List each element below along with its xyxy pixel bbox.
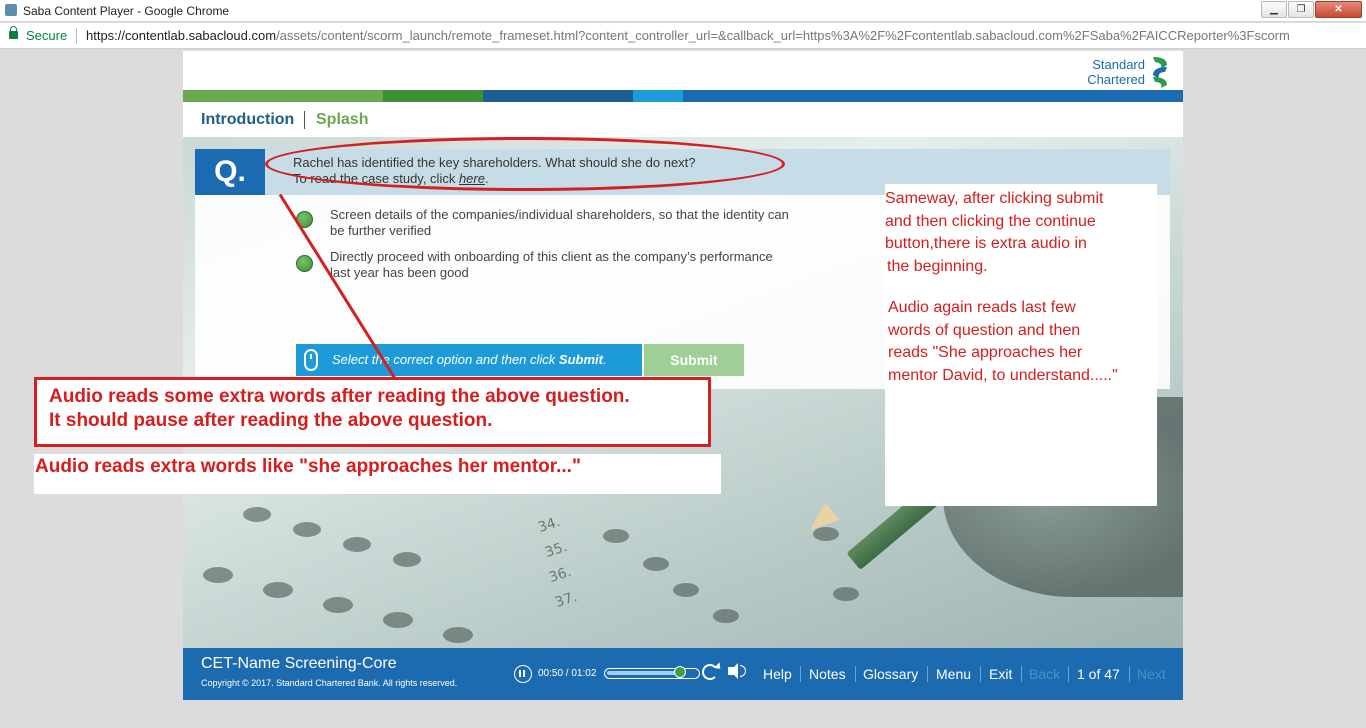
instruction-prefix: Select the correct option and then click <box>332 352 559 367</box>
brand-stripe-4 <box>633 90 683 102</box>
option-2-line-1: Directly proceed with onboarding of this… <box>330 249 773 264</box>
option-1-line-1: Screen details of the companies/individu… <box>330 207 789 222</box>
nav-separator <box>800 666 801 682</box>
side-note-box: Sameway, after clicking submit and then … <box>885 184 1157 506</box>
help-button[interactable]: Help <box>763 666 792 682</box>
main-note-line-1: Audio reads some extra words after readi… <box>49 386 630 407</box>
nav-separator <box>980 666 981 682</box>
side-note-line: button,there is extra audio in <box>885 235 1087 252</box>
nav-separator <box>927 666 928 682</box>
brand-line-1: Standard <box>1092 57 1145 72</box>
side-note-line: words of question and then <box>888 321 1081 339</box>
volume-icon[interactable] <box>728 663 746 679</box>
submit-button[interactable]: Submit <box>644 344 744 376</box>
side-note-line: and then clicking the continue <box>885 212 1096 230</box>
breadcrumb-introduction[interactable]: Introduction <box>201 111 294 129</box>
instruction-suffix: . <box>602 352 607 367</box>
nav-separator <box>1129 666 1130 682</box>
mouse-icon <box>304 349 318 371</box>
side-note-line: the beginning. <box>887 257 988 275</box>
main-note-line-2: It should pause after reading the above … <box>49 410 493 431</box>
breadcrumb-separator <box>304 111 305 129</box>
close-button[interactable]: ✕ <box>1315 1 1362 18</box>
side-note-line: reads "She approaches her <box>888 344 1083 361</box>
question-badge: Q. <box>195 149 265 195</box>
nav-separator <box>1068 666 1069 682</box>
answer-bubble <box>323 597 353 613</box>
next-button[interactable]: Next <box>1137 666 1166 682</box>
option-1-line-2: be further verified <box>330 223 432 238</box>
address-separator <box>76 28 77 44</box>
brand-stripe-3 <box>483 90 633 102</box>
time-readout: 00:50 / 01:02 <box>538 668 597 679</box>
brand-line-2: Chartered <box>1087 72 1145 87</box>
notes-button[interactable]: Notes <box>809 666 846 682</box>
nav-separator <box>855 666 856 682</box>
answer-bubble <box>343 537 371 552</box>
saba-favicon-icon <box>5 4 17 16</box>
option-1-label[interactable]: Screen details of the companies/individu… <box>330 207 850 239</box>
answer-bubble <box>713 609 739 623</box>
pause-icon[interactable] <box>514 665 532 683</box>
answer-bubble <box>673 583 699 597</box>
exit-button[interactable]: Exit <box>989 666 1012 682</box>
player-bar: CET-Name Screening-Core Copyright © 2017… <box>183 648 1183 700</box>
brand-stripe-5 <box>683 90 1183 102</box>
maximize-button[interactable]: ❐ <box>1288 1 1314 18</box>
side-note-line: Sameway, after clicking submit <box>885 190 1104 207</box>
url-path: /assets/content/scorm_launch/remote_fram… <box>276 28 1290 43</box>
answer-bubble <box>203 567 233 583</box>
replay-icon[interactable] <box>702 664 718 680</box>
side-note-line: mentor David, to understand....." <box>888 366 1118 384</box>
minimize-button[interactable]: ▁ <box>1261 1 1287 18</box>
lock-icon[interactable] <box>9 26 18 39</box>
answer-bubble <box>243 507 271 522</box>
course-title: CET-Name Screening-Core <box>201 655 397 672</box>
sheet-number-35: 35. <box>543 538 570 562</box>
side-note-paragraph-2: Audio again reads last few words of ques… <box>888 297 1118 387</box>
instruction-bar: Select the correct option and then click… <box>296 344 642 376</box>
answer-bubble <box>293 522 321 537</box>
glossary-button[interactable]: Glossary <box>863 666 918 682</box>
page-counter: 1 of 47 <box>1077 666 1120 682</box>
answer-bubble <box>603 529 629 543</box>
sheet-number-36: 36. <box>547 563 574 587</box>
progress-fill <box>607 671 680 675</box>
brand-logo-text: Standard Chartered <box>1087 57 1145 87</box>
instruction-bold: Submit <box>558 352 603 367</box>
copyright-text: Copyright © 2017. Standard Chartered Ban… <box>201 678 458 688</box>
side-note-paragraph-1: Sameway, after clicking submit and then … <box>885 188 1103 278</box>
audio-progress-slider[interactable] <box>604 666 700 679</box>
progress-knob[interactable] <box>673 666 686 678</box>
answer-bubble <box>443 627 473 643</box>
url-text[interactable]: https://contentlab.sabacloud.com/assets/… <box>86 28 1364 43</box>
side-note-line: Audio again reads last few <box>888 299 1076 316</box>
breadcrumb-splash[interactable]: Splash <box>316 111 368 129</box>
url-host: https://contentlab.sabacloud.com <box>86 28 277 43</box>
answer-bubble <box>393 552 421 567</box>
sheet-number-37: 37. <box>553 588 580 612</box>
brand-stripe-2 <box>383 90 483 102</box>
brand-stripe-1 <box>183 90 383 102</box>
window-title: Saba Content Player - Google Chrome <box>23 4 230 18</box>
sheet-number-34: 34. <box>536 513 563 537</box>
option-2-line-2: last year has been good <box>330 265 469 280</box>
option-2-radio[interactable] <box>296 255 313 272</box>
nav-separator <box>1021 666 1022 682</box>
secure-label[interactable]: Secure <box>26 28 67 43</box>
answer-bubble <box>833 587 859 601</box>
address-bar[interactable]: Secure https://contentlab.sabacloud.com/… <box>0 23 1366 49</box>
option-2-label[interactable]: Directly proceed with onboarding of this… <box>330 249 850 281</box>
question-highlight-oval <box>265 137 785 191</box>
extra-note-text: Audio reads extra words like "she approa… <box>35 456 581 477</box>
back-button[interactable]: Back <box>1029 666 1060 682</box>
menu-button[interactable]: Menu <box>936 666 971 682</box>
breadcrumb: Introduction Splash <box>183 102 1183 137</box>
window-titlebar: Saba Content Player - Google Chrome ▁ ❐ … <box>0 0 1366 22</box>
main-note-text: Audio reads some extra words after readi… <box>49 385 630 433</box>
answer-bubble <box>643 557 669 571</box>
answer-bubble <box>263 582 293 598</box>
answer-bubble <box>383 612 413 628</box>
standard-chartered-logo-icon <box>1153 57 1167 88</box>
